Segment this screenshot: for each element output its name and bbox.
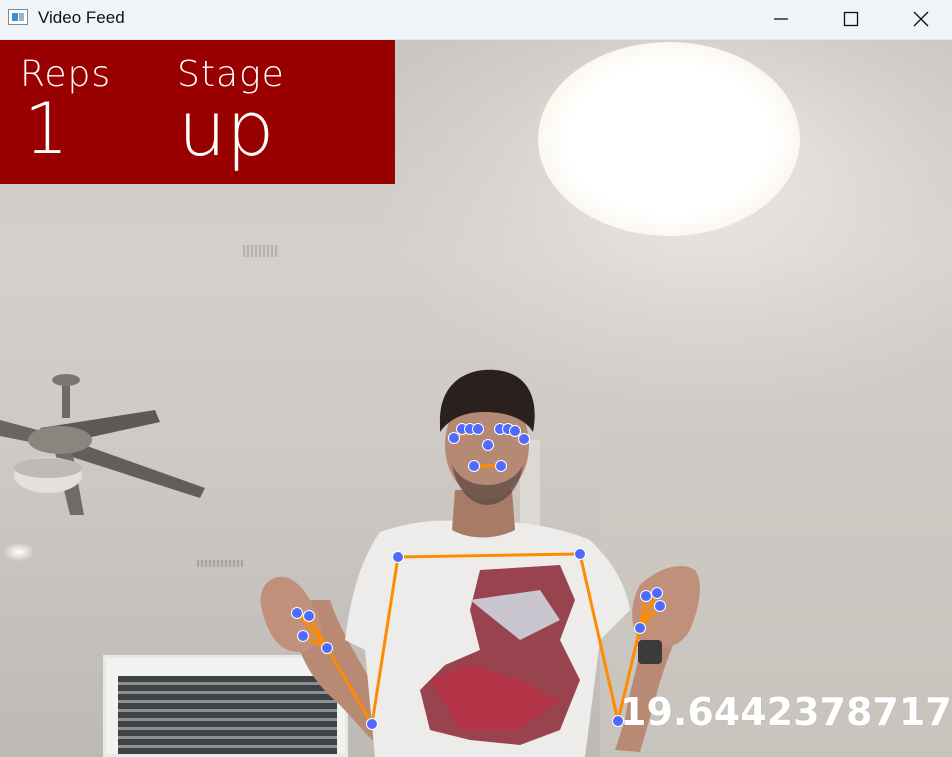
pose-landmark [640,590,652,602]
pose-landmark [291,607,303,619]
pose-landmark [654,600,666,612]
window-title: Video Feed [38,8,125,27]
pose-landmark [482,439,494,451]
pose-landmark [495,460,507,472]
pose-landmark [448,432,460,444]
stage-value: up [178,84,275,173]
pose-connection [578,552,620,723]
maximize-icon [843,11,859,27]
minimize-button[interactable] [757,0,805,38]
pose-landmark [472,423,484,435]
close-icon [913,11,929,27]
pose-landmark [518,433,530,445]
pose-landmark [634,622,646,634]
pose-landmark [651,587,663,599]
rep-counter-panel: Reps Stage 1 up [0,40,395,184]
elbow-angle-readout: 19.64423787173 [620,690,952,734]
pose-landmark [366,718,378,730]
close-button[interactable] [897,0,945,38]
pose-landmark [297,630,309,642]
pose-landmark [321,642,333,654]
pose-connection [396,552,582,559]
app-window-icon [8,9,28,25]
pose-landmark [303,610,315,622]
window-titlebar: Video Feed [0,0,952,40]
pose-landmark [509,425,521,437]
pose-landmark [468,460,480,472]
maximize-button[interactable] [827,0,875,38]
pose-landmark [392,551,404,563]
pose-connection [370,555,400,726]
reps-count: 1 [24,88,69,170]
pose-connection [325,646,374,726]
minimize-icon [774,18,788,20]
pose-landmark [574,548,586,560]
video-feed-frame: Reps Stage 1 up 19.64423787173 [0,40,952,757]
